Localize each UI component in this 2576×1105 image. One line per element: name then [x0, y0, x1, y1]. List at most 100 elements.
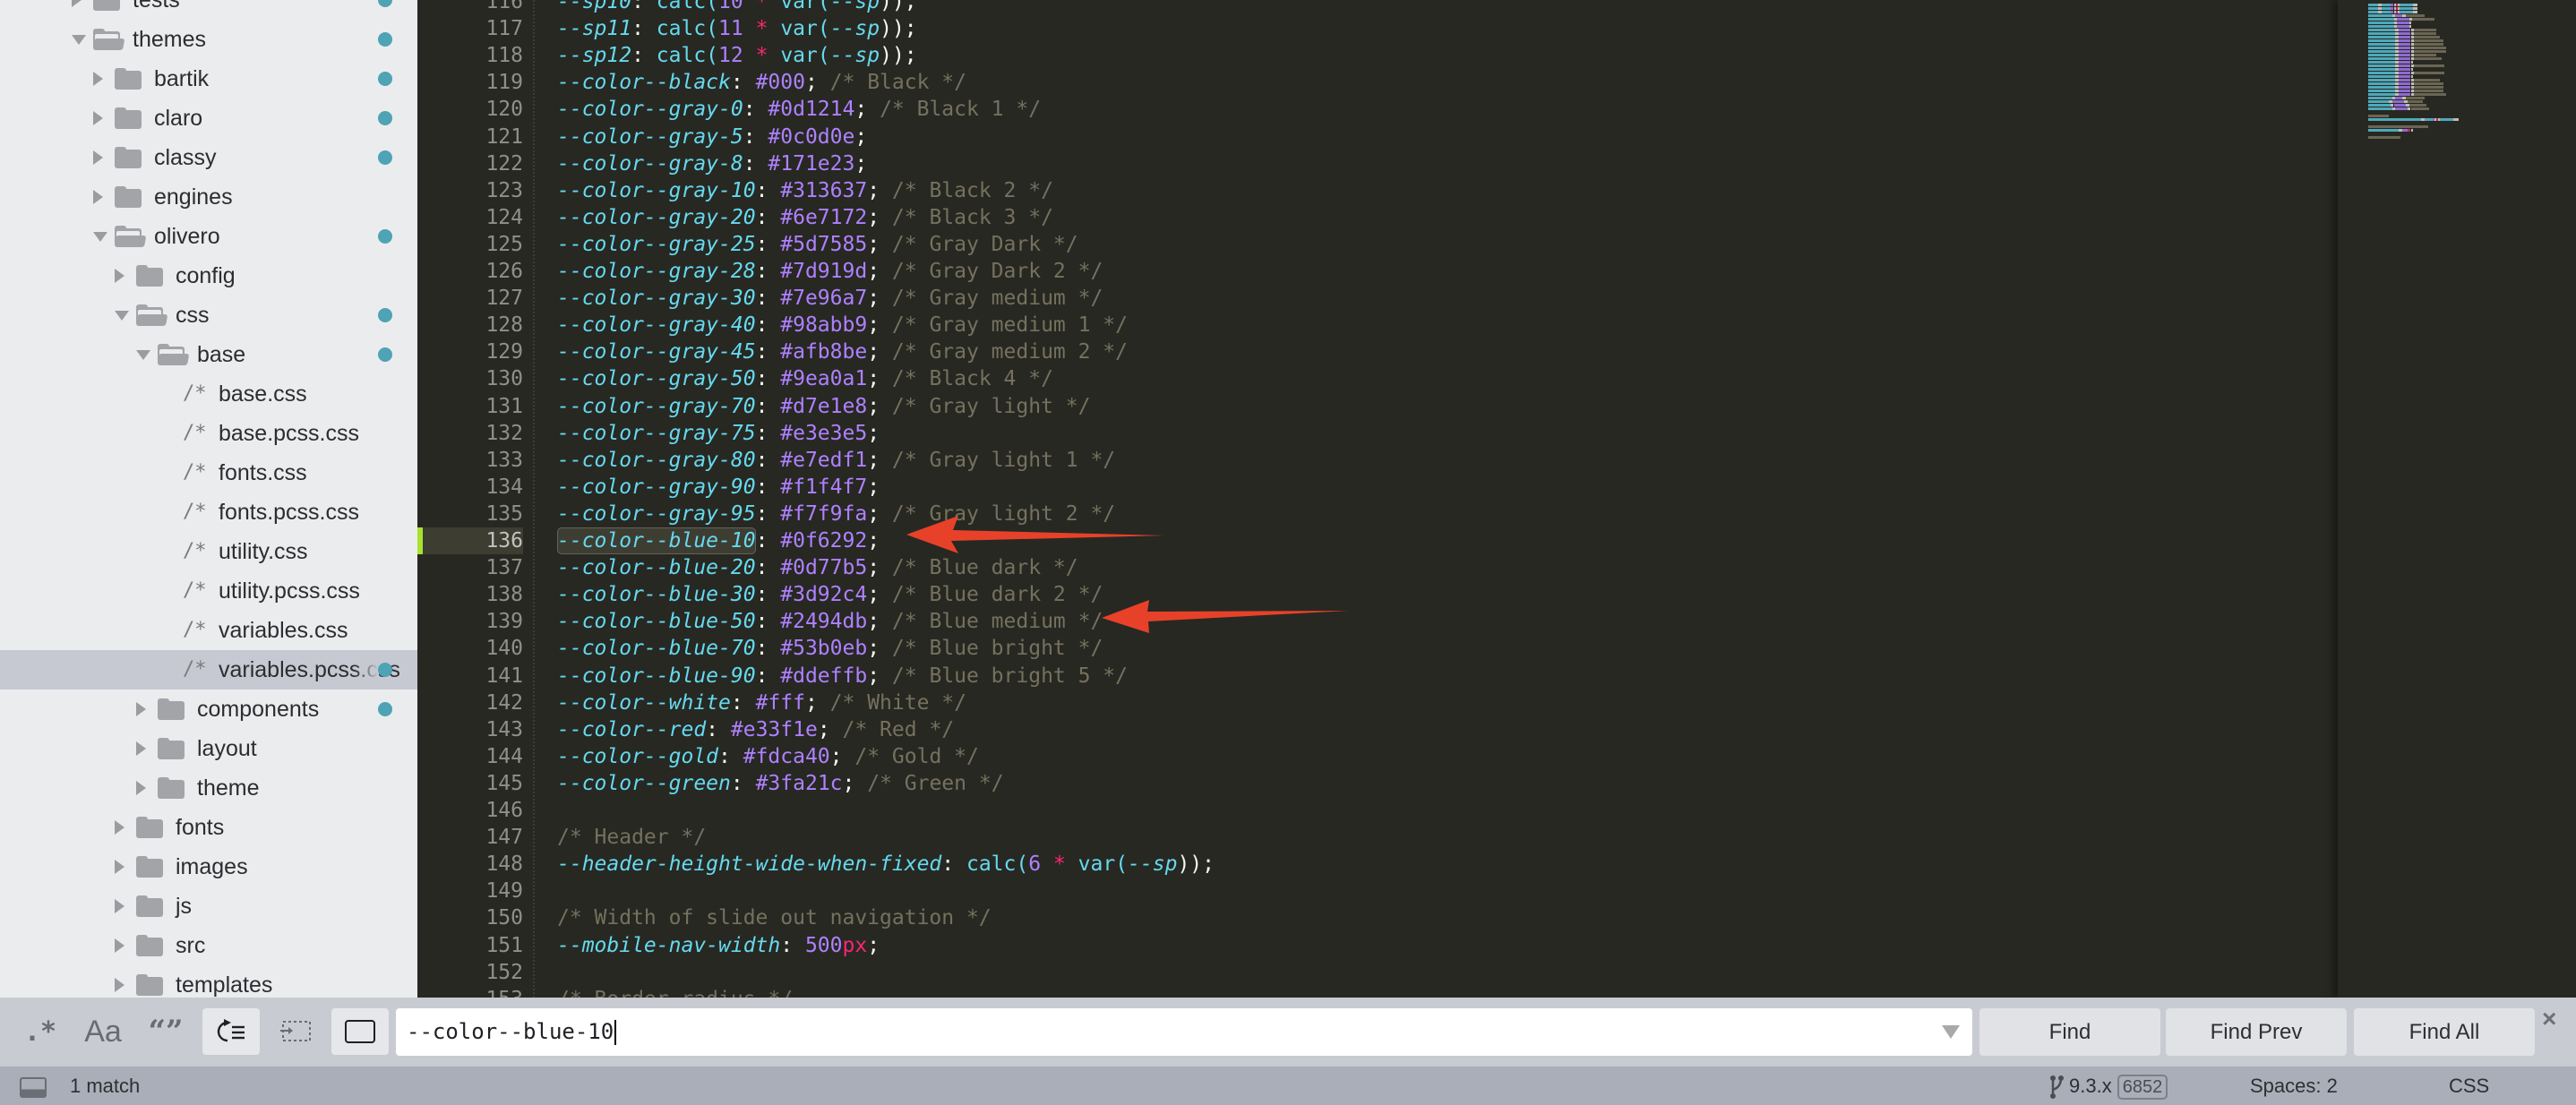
disclosure-closed-icon[interactable] [115, 978, 125, 992]
disclosure-closed-icon[interactable] [115, 899, 125, 913]
code-token: : [941, 852, 966, 876]
folder-item-themes[interactable]: themes [0, 20, 417, 59]
code-line[interactable]: --color--gray-30: #7e96a7; /* Gray mediu… [557, 285, 1103, 312]
code-line[interactable]: --color--gray-50: #9ea0a1; /* Black 4 */ [557, 365, 1053, 392]
in-selection-toggle[interactable] [274, 1008, 319, 1055]
indentation-setting[interactable]: Spaces: 2 [2250, 1066, 2338, 1105]
file-item-base-pcss-css[interactable]: /* base.pcss.css [0, 414, 417, 453]
minimap[interactable] [2338, 0, 2576, 998]
disclosure-open-icon[interactable] [136, 350, 150, 360]
case-sensitive-toggle[interactable]: Aa [79, 1008, 127, 1055]
code-line[interactable]: --color--gray-95: #f7f9fa; /* Gray light… [557, 501, 1115, 527]
minimap-token [2412, 11, 2418, 13]
disclosure-closed-icon[interactable] [72, 0, 82, 7]
code-line[interactable]: --color--blue-70: #53b0eb; /* Blue brigh… [557, 635, 1103, 662]
disclosure-open-icon[interactable] [93, 232, 107, 242]
folder-item-templates[interactable]: templates [0, 965, 417, 998]
folder-item-js[interactable]: js [0, 887, 417, 926]
disclosure-closed-icon[interactable] [136, 781, 146, 795]
code-line[interactable]: --color--gray-28: #7d919d; /* Gray Dark … [557, 258, 1103, 285]
wrap-toggle[interactable] [202, 1008, 260, 1055]
whole-word-toggle[interactable]: “” [143, 1008, 188, 1055]
highlight-matches-toggle[interactable] [331, 1008, 389, 1055]
code-line[interactable]: --mobile-nav-width: 500px; [557, 932, 880, 959]
code-line[interactable]: /* Width of slide out navigation */ [557, 904, 992, 931]
toggle-panel-icon[interactable] [20, 1077, 47, 1098]
folder-item-layout[interactable]: layout [0, 729, 417, 768]
code-line[interactable]: --color--gray-45: #afb8be; /* Gray mediu… [557, 338, 1128, 365]
code-line[interactable]: --color--gray-75: #e3e3e5; [557, 420, 880, 447]
code-line[interactable]: --color--gray-40: #98abb9; /* Gray mediu… [557, 312, 1128, 338]
code-line[interactable]: --sp10: calc(10 * var(--sp)); [557, 0, 917, 15]
folder-item-theme[interactable]: theme [0, 768, 417, 808]
disclosure-closed-icon[interactable] [115, 860, 125, 874]
file-item-fonts-pcss-css[interactable]: /* fonts.pcss.css [0, 493, 417, 532]
code-line[interactable]: /* Header */ [557, 824, 706, 851]
git-branch[interactable]: 9.3.x 6852 [2049, 1066, 2168, 1105]
code-line[interactable]: --sp11: calc(11 * var(--sp)); [557, 15, 917, 42]
file-item-variables-css[interactable]: /* variables.css [0, 611, 417, 650]
disclosure-closed-icon[interactable] [136, 741, 146, 756]
find-prev-button[interactable]: Find Prev [2166, 1008, 2347, 1056]
folder-item-classy[interactable]: classy [0, 138, 417, 177]
code-line[interactable]: --color--black: #000; /* Black */ [557, 69, 966, 96]
syntax-selector[interactable]: CSS [2449, 1066, 2489, 1105]
disclosure-closed-icon[interactable] [115, 269, 125, 283]
code-line[interactable]: --color--blue-20: #0d77b5; /* Blue dark … [557, 554, 1078, 581]
find-history-dropdown-icon[interactable] [1942, 1025, 1960, 1039]
code-line[interactable]: --color--green: #3fa21c; /* Green */ [557, 770, 1004, 797]
code-line[interactable]: --header-height-wide-when-fixed: calc(6 … [557, 851, 1215, 878]
disclosure-open-icon[interactable] [115, 311, 129, 321]
regex-toggle[interactable]: .* [18, 1008, 63, 1055]
disclosure-closed-icon[interactable] [115, 938, 125, 953]
disclosure-closed-icon[interactable] [93, 72, 103, 86]
disclosure-closed-icon[interactable] [136, 702, 146, 716]
code-line[interactable]: --color--blue-30: #3d92c4; /* Blue dark … [557, 581, 1103, 608]
file-item-variables-pcss-css[interactable]: /* variables.pcss.css [0, 650, 417, 690]
disclosure-open-icon[interactable] [72, 35, 86, 45]
find-input[interactable]: --color--blue-10 [396, 1008, 1972, 1056]
folder-item-images[interactable]: images [0, 847, 417, 887]
disclosure-closed-icon[interactable] [93, 111, 103, 125]
code-line[interactable]: --color--gray-20: #6e7172; /* Black 3 */ [557, 204, 1053, 231]
code-line[interactable]: --color--white: #fff; /* White */ [557, 690, 966, 716]
folder-item-fonts[interactable]: fonts [0, 808, 417, 847]
folder-item-tests[interactable]: tests [0, 0, 417, 20]
file-item-fonts-css[interactable]: /* fonts.css [0, 453, 417, 493]
code-editor[interactable]: 116 117 118 119 120 121 122 123 124 125 126 127 128 1… [417, 0, 2576, 998]
folder-item-css[interactable]: css [0, 296, 417, 335]
find-button[interactable]: Find [1979, 1008, 2160, 1056]
code-line[interactable]: --color--gray-90: #f1f4f7; [557, 474, 880, 501]
close-find-panel-icon[interactable]: × [2542, 1005, 2556, 1033]
code-line[interactable]: --color--blue-90: #ddeffb; /* Blue brigh… [557, 663, 1128, 690]
code-line[interactable]: --color--gray-25: #5d7585; /* Gray Dark … [557, 231, 1078, 258]
disclosure-closed-icon[interactable] [93, 190, 103, 204]
folder-item-engines[interactable]: engines [0, 177, 417, 217]
disclosure-closed-icon[interactable] [93, 150, 103, 165]
folder-item-olivero[interactable]: olivero [0, 217, 417, 256]
code-line[interactable]: --color--gold: #fdca40; /* Gold */ [557, 743, 979, 770]
folder-item-config[interactable]: config [0, 256, 417, 296]
folder-item-bartik[interactable]: bartik [0, 59, 417, 99]
code-line[interactable]: --color--blue-50: #2494db; /* Blue mediu… [557, 608, 1103, 635]
code-line[interactable]: --color--gray-80: #e7edf1; /* Gray light… [557, 447, 1115, 474]
file-item-utility-css[interactable]: /* utility.css [0, 532, 417, 571]
code-line[interactable]: --color--gray-5: #0c0d0e; [557, 124, 867, 150]
file-item-base-css[interactable]: /* base.css [0, 374, 417, 414]
code-line[interactable]: --color--gray-0: #0d1214; /* Black 1 */ [557, 96, 1041, 123]
code-line[interactable]: --color--red: #e33f1e; /* Red */ [557, 716, 954, 743]
folder-item-base[interactable]: base [0, 335, 417, 374]
find-all-button[interactable]: Find All [2354, 1008, 2535, 1056]
folder-item-claro[interactable]: claro [0, 99, 417, 138]
disclosure-closed-icon[interactable] [115, 820, 125, 835]
code-line[interactable]: /* Border radius */ [557, 986, 793, 998]
code-line[interactable]: --sp12: calc(12 * var(--sp)); [557, 42, 917, 69]
folder-item-src[interactable]: src [0, 926, 417, 965]
file-item-utility-pcss-css[interactable]: /* utility.pcss.css [0, 571, 417, 611]
code-line[interactable]: --color--blue-10: #0f6292; [557, 527, 880, 554]
code-line[interactable]: --color--gray-10: #313637; /* Black 2 */ [557, 177, 1053, 204]
code-line[interactable]: --color--gray-8: #171e23; [557, 150, 867, 177]
folder-item-components[interactable]: components [0, 690, 417, 729]
code-line[interactable]: --color--gray-70: #d7e1e8; /* Gray light… [557, 393, 1090, 420]
